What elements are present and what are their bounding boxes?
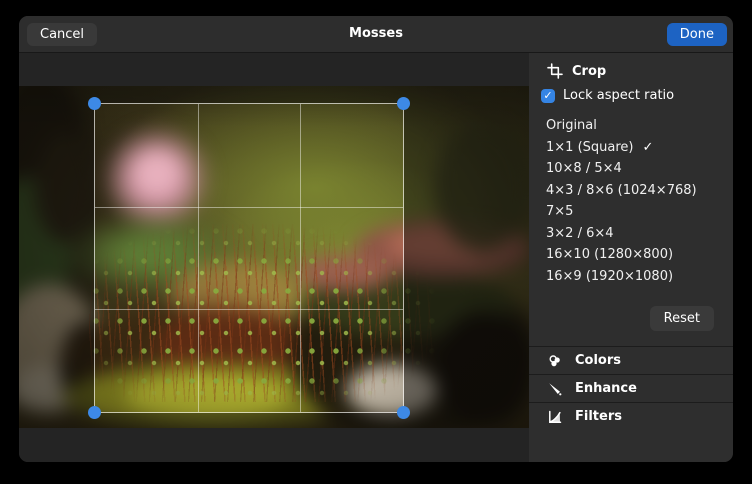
crop-grid-line (95, 207, 403, 208)
photo-preview (19, 86, 529, 428)
aspect-ratio-option-16x9[interactable]: 16×9 (1920×1080) (529, 266, 733, 288)
colors-icon (547, 353, 563, 369)
crop-icon (547, 63, 563, 79)
crop-grid-line (95, 309, 403, 310)
crop-handle-top-right[interactable] (397, 97, 410, 110)
crop-handle-bottom-right[interactable] (397, 406, 410, 419)
lock-aspect-ratio-toggle[interactable]: ✓ Lock aspect ratio (541, 88, 717, 103)
aspect-ratio-label: 1×1 (Square) (546, 140, 633, 155)
image-editor-window: Cancel Mosses Done (19, 16, 733, 462)
section-label: Filters (575, 409, 622, 424)
aspect-ratio-list: Original 1×1 (Square) ✓ 10×8 / 5×4 4×3 /… (529, 115, 733, 287)
crop-selection-region[interactable] (94, 103, 404, 413)
aspect-ratio-option-original[interactable]: Original (529, 115, 733, 137)
section-enhance[interactable]: Enhance (529, 374, 733, 402)
aspect-ratio-label: 4×3 / 8×6 (1024×768) (546, 183, 697, 198)
aspect-ratio-label: 16×10 (1280×800) (546, 247, 673, 262)
crop-grid-line (198, 104, 199, 412)
edit-sidebar: Crop ✓ Lock aspect ratio Original 1×1 (S… (529, 52, 733, 462)
section-filters[interactable]: Filters (529, 402, 733, 430)
crop-handle-top-left[interactable] (88, 97, 101, 110)
crop-section-header: Crop (529, 52, 733, 81)
crop-grid-line (300, 104, 301, 412)
lock-aspect-ratio-label: Lock aspect ratio (563, 88, 674, 103)
editor-canvas (19, 52, 529, 462)
crop-handle-bottom-left[interactable] (88, 406, 101, 419)
aspect-ratio-label: Original (546, 118, 597, 133)
window-title: Mosses (19, 16, 733, 52)
aspect-ratio-option-4x3[interactable]: 4×3 / 8×6 (1024×768) (529, 180, 733, 202)
section-colors[interactable]: Colors (529, 346, 733, 374)
filters-icon (547, 409, 563, 425)
aspect-ratio-option-7x5[interactable]: 7×5 (529, 201, 733, 223)
reset-button[interactable]: Reset (650, 306, 714, 331)
tool-sections: Colors Enhance (529, 346, 733, 430)
aspect-ratio-option-16x10[interactable]: 16×10 (1280×800) (529, 244, 733, 266)
aspect-ratio-label: 16×9 (1920×1080) (546, 269, 673, 284)
selected-checkmark-icon: ✓ (642, 140, 653, 155)
aspect-ratio-label: 7×5 (546, 204, 573, 219)
reset-row: Reset (529, 306, 714, 331)
section-label: Colors (575, 353, 621, 368)
aspect-ratio-option-1x1[interactable]: 1×1 (Square) ✓ (529, 137, 733, 159)
crop-section-title: Crop (572, 64, 606, 79)
aspect-ratio-option-3x2[interactable]: 3×2 / 6×4 (529, 223, 733, 245)
aspect-ratio-label: 3×2 / 6×4 (546, 226, 614, 241)
done-button[interactable]: Done (667, 23, 727, 46)
aspect-ratio-option-10x8[interactable]: 10×8 / 5×4 (529, 158, 733, 180)
aspect-ratio-label: 10×8 / 5×4 (546, 161, 622, 176)
header-bar: Cancel Mosses Done (19, 16, 733, 53)
checkbox-checked-icon[interactable]: ✓ (541, 89, 555, 103)
section-label: Enhance (575, 381, 637, 396)
enhance-icon (547, 381, 563, 397)
